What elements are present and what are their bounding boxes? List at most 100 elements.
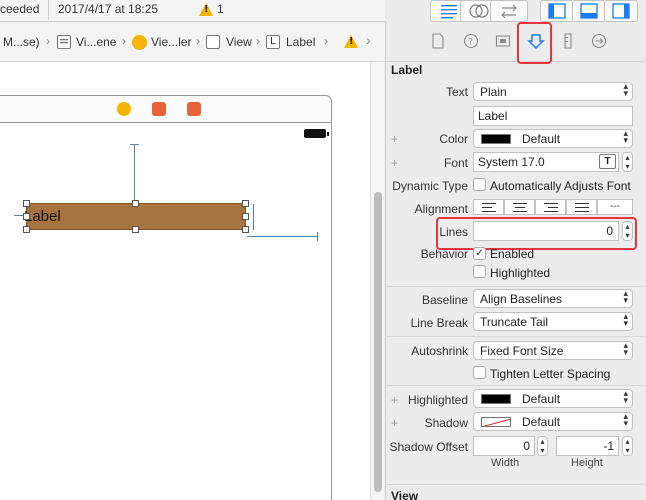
resize-handle[interactable] — [132, 200, 139, 207]
right-panel-icon — [612, 3, 630, 19]
swap-arrows-icon — [501, 4, 517, 19]
tighten-spacing-checkbox[interactable] — [473, 366, 486, 379]
color-popup[interactable]: Default ▴ ▾ — [473, 129, 633, 148]
build-timestamp: 2017/4/17 at 18:25 — [58, 2, 159, 16]
font-size-stepper[interactable]: ▴ ▾ — [622, 152, 633, 172]
jumpbar-item-label[interactable]: Label — [286, 35, 315, 49]
divider — [386, 484, 646, 485]
baseline-value: Align Baselines — [480, 292, 563, 306]
resize-handle[interactable] — [23, 226, 30, 233]
popup-arrows-icon: ▴ ▾ — [623, 82, 628, 99]
attributes-tab-highlight — [517, 22, 552, 64]
align-left-icon[interactable] — [473, 199, 504, 215]
autoshrink-value: Fixed Font Size — [480, 344, 564, 358]
document-icon[interactable] — [431, 33, 445, 53]
resize-handle[interactable] — [23, 200, 30, 207]
question-icon[interactable]: ? — [463, 33, 479, 53]
dynamic-type-checkbox[interactable] — [473, 178, 486, 191]
view-icon — [206, 35, 220, 49]
alignment-label: Alignment — [414, 202, 468, 216]
behavior-label: Behavior — [420, 247, 468, 261]
text-label: Text — [445, 85, 468, 99]
line-break-popup[interactable]: Truncate Tail ▴ ▾ — [473, 312, 633, 331]
text-type-popup[interactable]: Plain ▴ ▾ — [473, 82, 633, 101]
highlighted-checkbox[interactable] — [473, 265, 486, 278]
font-label: Font — [443, 156, 468, 170]
chevron-right-icon: › — [122, 34, 126, 48]
shadow-color-popup[interactable]: Default ▴ ▾ — [473, 412, 633, 431]
editor-version-button[interactable] — [490, 0, 528, 22]
jumpbar-item-view-controller[interactable]: Vie...ler — [151, 35, 191, 49]
svg-text:?: ? — [468, 38, 473, 48]
divider — [386, 286, 646, 287]
color-label: Color — [439, 132, 468, 146]
enabled-text: Enabled — [490, 247, 535, 261]
highlighted-color-popup[interactable]: Default ▴ ▾ — [473, 389, 633, 408]
identity-card-icon[interactable] — [495, 33, 511, 53]
shadow-offset-height-field[interactable]: -1 — [556, 436, 619, 456]
activity-status-bar: ceeded 2017/4/17 at 18:25 1 — [0, 0, 385, 22]
ruler-icon[interactable] — [562, 33, 574, 53]
lines-highlight — [436, 217, 637, 250]
storyboard-canvas[interactable]: Label — [0, 62, 370, 500]
constraint-cap — [317, 232, 318, 241]
first-responder-icon[interactable] — [152, 102, 166, 116]
toggle-navigator-button[interactable] — [540, 0, 574, 22]
resize-handle[interactable] — [242, 226, 249, 233]
font-value: System 17.0 — [478, 155, 545, 169]
scrollbar-thumb[interactable] — [374, 192, 382, 492]
chevron-right-icon[interactable]: › — [366, 32, 371, 48]
text-content-field[interactable]: Label — [473, 106, 633, 126]
jumpbar-item-module[interactable]: M...se) — [3, 35, 40, 49]
inspector-tab-bar: ? — [386, 22, 646, 62]
warning-icon[interactable] — [199, 3, 213, 16]
jumpbar-item-view[interactable]: View — [226, 35, 252, 49]
tighten-spacing-text: Tighten Letter Spacing — [490, 367, 611, 381]
toggle-debug-area-button[interactable] — [572, 0, 606, 22]
shadow-height-stepper[interactable]: ▴ ▾ — [622, 436, 633, 456]
resize-handle[interactable] — [242, 213, 249, 220]
shadow-offset-width-field[interactable]: 0 — [473, 436, 535, 456]
top-constraint[interactable] — [134, 144, 135, 204]
view-controller-icon[interactable] — [117, 102, 131, 116]
left-panel-icon — [548, 3, 566, 19]
shadow-width-stepper[interactable]: ▴ ▾ — [537, 436, 548, 456]
arrow-circle-icon[interactable] — [591, 33, 607, 53]
trailing-constraint[interactable] — [247, 236, 317, 237]
divider — [386, 385, 646, 386]
text-type-value: Plain — [480, 85, 507, 99]
align-right-icon[interactable] — [535, 199, 566, 215]
width-caption: Width — [491, 457, 520, 469]
xcode-window: ceeded 2017/4/17 at 18:25 1 — [0, 0, 646, 500]
height-constraint[interactable] — [253, 204, 254, 230]
font-field[interactable]: System 17.0 T — [473, 152, 619, 172]
font-picker-icon[interactable]: T — [599, 154, 616, 169]
resize-handle[interactable] — [242, 200, 249, 207]
align-justify-icon[interactable] — [566, 199, 597, 215]
dynamic-type-text: Automatically Adjusts Font — [490, 179, 631, 193]
resize-handle[interactable] — [132, 226, 139, 233]
popup-arrows-icon: ▴ ▾ — [623, 341, 628, 358]
warning-icon[interactable] — [344, 35, 358, 48]
shadow-color-value: Default — [522, 415, 561, 429]
color-value: Default — [522, 132, 561, 146]
scene-icon — [57, 35, 71, 49]
resize-handle[interactable] — [23, 213, 30, 220]
popup-arrows-icon: ▴ ▾ — [623, 289, 628, 306]
toggle-utilities-button[interactable] — [604, 0, 638, 22]
enabled-checkbox[interactable]: ✓ — [473, 247, 486, 260]
bottom-panel-icon — [580, 3, 598, 19]
scene-view[interactable] — [0, 122, 332, 500]
align-center-icon[interactable] — [504, 199, 535, 215]
exit-icon[interactable] — [187, 102, 201, 116]
canvas-scrollbar[interactable] — [370, 62, 384, 500]
constraint-cap — [130, 144, 139, 145]
jumpbar-item-scene[interactable]: Vi...ene — [76, 35, 116, 49]
dynamic-type-label: Dynamic Type — [392, 179, 468, 193]
align-natural-button[interactable]: --- — [597, 199, 633, 215]
status-divider — [48, 0, 49, 20]
line-break-value: Truncate Tail — [480, 315, 549, 329]
autoshrink-popup[interactable]: Fixed Font Size ▴ ▾ — [473, 341, 633, 360]
line-break-label: Line Break — [410, 316, 468, 330]
baseline-popup[interactable]: Align Baselines ▴ ▾ — [473, 289, 633, 308]
